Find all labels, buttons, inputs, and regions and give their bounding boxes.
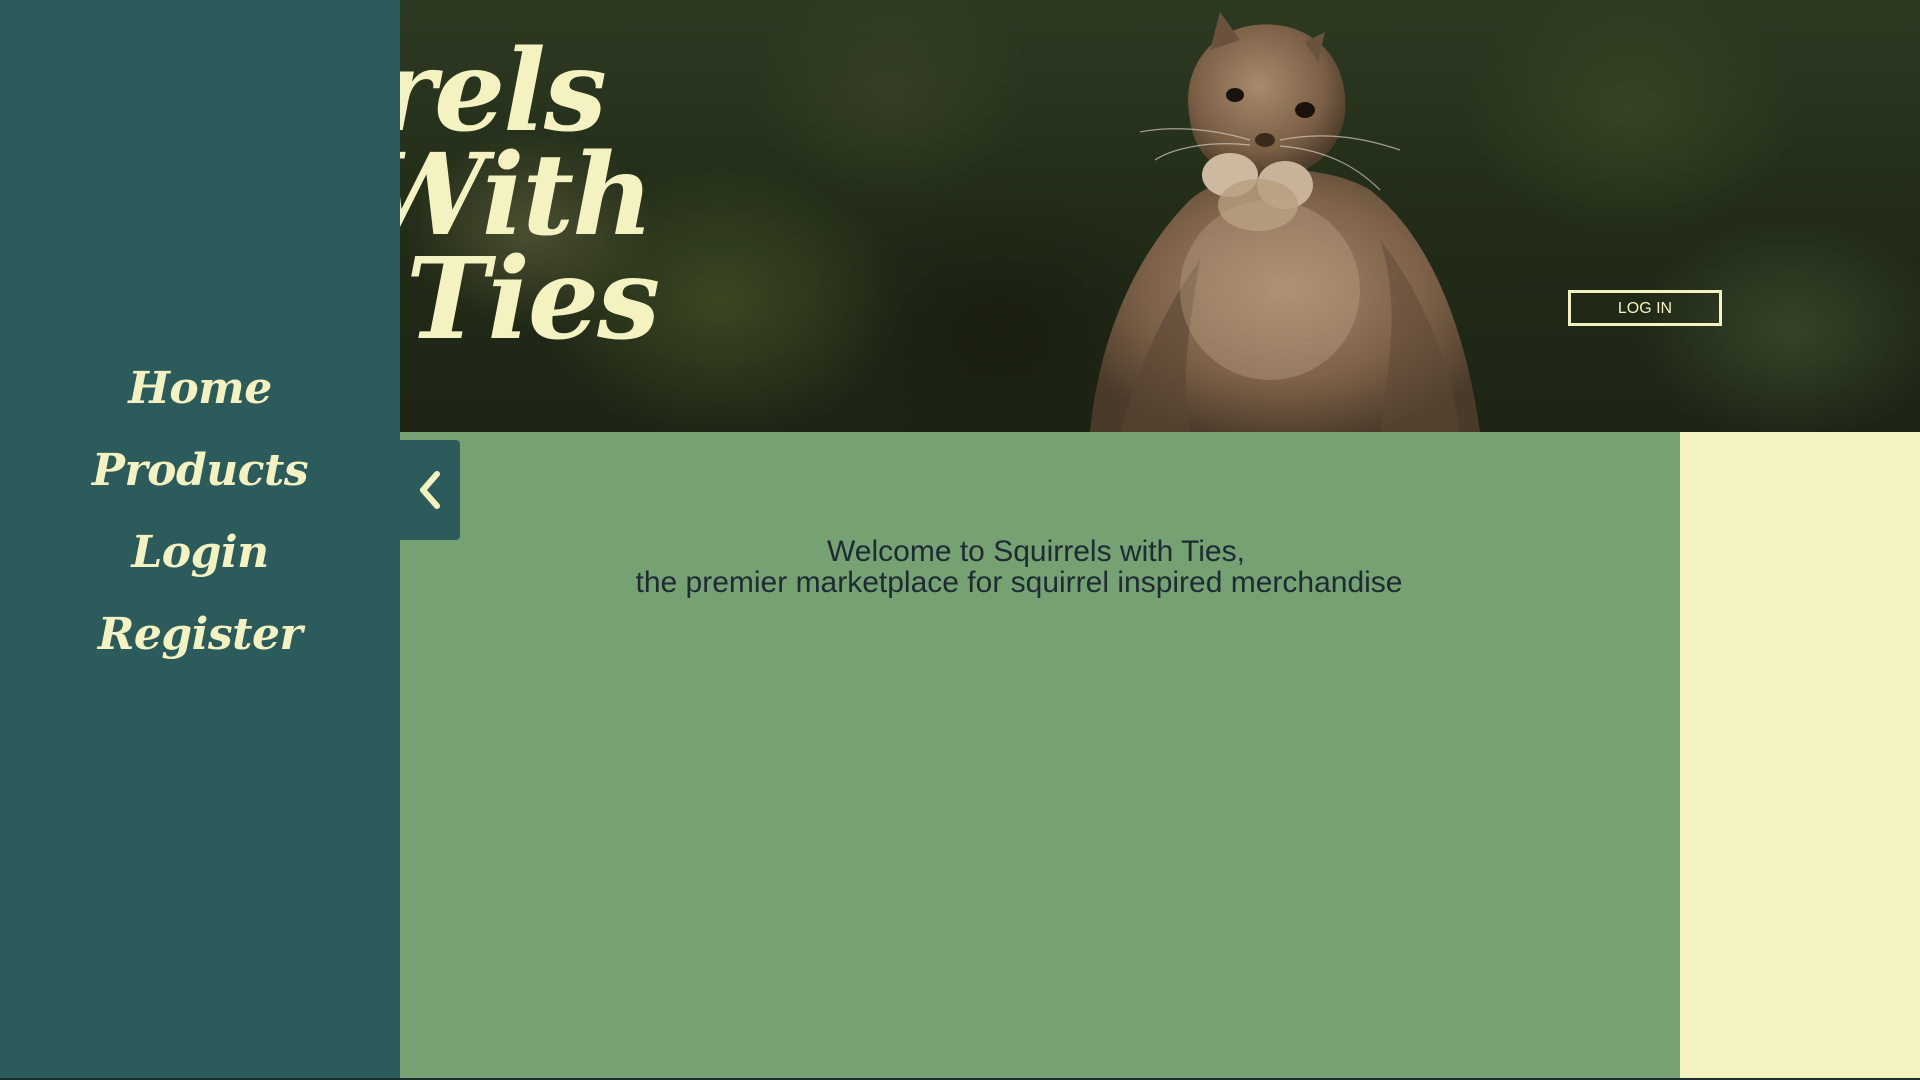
site-title-line: With (360, 130, 654, 261)
login-button[interactable]: LOG IN (1568, 290, 1722, 326)
sidebar-item-login[interactable]: Login (0, 512, 400, 594)
sidebar: Home Products Login Register (0, 0, 400, 1078)
welcome-message: Welcome to Squirrels with Ties, the prem… (400, 536, 1520, 598)
squirrel-image (1090, 12, 1480, 432)
sidebar-item-products[interactable]: Products (0, 430, 400, 512)
welcome-line: Welcome to Squirrels with Ties, (827, 535, 1245, 568)
page: rrels With Ties LOG IN Welcome to Squirr… (0, 0, 1920, 1080)
sidebar-nav: Home Products Login Register (0, 348, 400, 676)
sidebar-collapse-button[interactable] (400, 440, 460, 540)
sidebar-item-home[interactable]: Home (0, 348, 400, 430)
sidebar-item-register[interactable]: Register (0, 594, 400, 676)
site-title: rrels With Ties (320, 36, 660, 365)
main-content: Welcome to Squirrels with Ties, the prem… (400, 432, 1680, 1080)
welcome-line: the premier marketplace for squirrel ins… (635, 566, 1403, 599)
chevron-left-icon (420, 471, 440, 509)
right-panel (1680, 432, 1920, 1080)
site-title-line: Ties (406, 234, 660, 365)
